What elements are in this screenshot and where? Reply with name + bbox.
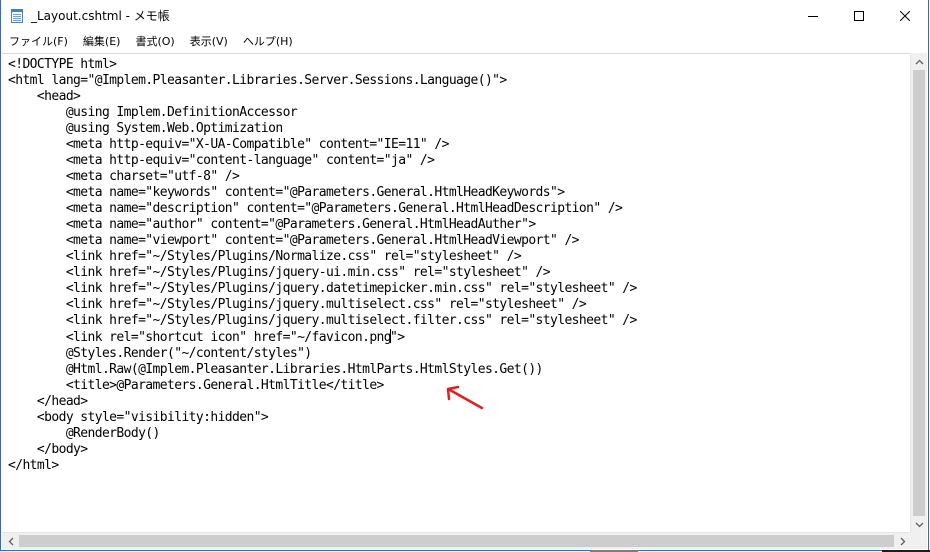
- chevron-up-icon: [915, 59, 924, 64]
- editor-content[interactable]: <!DOCTYPE html> <html lang="@Implem.Plea…: [8, 57, 637, 474]
- code-line-with-caret: <link rel="shortcut icon" href="~/favico…: [8, 329, 405, 345]
- scrollbar-corner: [910, 532, 927, 549]
- menu-view[interactable]: 表示(V): [182, 31, 235, 52]
- scroll-up-button[interactable]: [911, 53, 928, 70]
- code-line: @Html.Raw(@Implem.Pleasanter.Libraries.H…: [8, 362, 544, 377]
- window-controls: [790, 0, 928, 31]
- minimize-button[interactable]: [790, 0, 836, 31]
- code-line: <meta name="description" content="@Param…: [8, 201, 623, 216]
- code-line: @Styles.Render("~/content/styles"): [8, 346, 312, 361]
- code-line: <title>@Parameters.General.HtmlTitle</ti…: [8, 378, 385, 393]
- text-caret: [390, 329, 392, 343]
- code-line: <link href="~/Styles/Plugins/Normalize.c…: [8, 249, 522, 264]
- code-line: <html lang="@Implem.Pleasanter.Libraries…: [8, 73, 507, 88]
- maximize-button[interactable]: [836, 0, 882, 31]
- code-line: <meta name="author" content="@Parameters…: [8, 217, 536, 232]
- code-line: <meta name="viewport" content="@Paramete…: [8, 233, 580, 248]
- code-line: </body>: [8, 442, 88, 457]
- code-line: <meta http-equiv="content-language" cont…: [8, 153, 435, 168]
- code-line: <meta http-equiv="X-UA-Compatible" conte…: [8, 137, 450, 152]
- notepad-window: _Layout.cshtml - メモ帳 ファイル(F) 編集(E) 書式(O)…: [0, 0, 929, 551]
- chevron-left-icon: [8, 537, 13, 546]
- code-line: @RenderBody(): [8, 426, 161, 441]
- text-editor[interactable]: <!DOCTYPE html> <html lang="@Implem.Plea…: [2, 53, 911, 534]
- code-line: <meta name="keywords" content="@Paramete…: [8, 185, 565, 200]
- minimize-icon: [808, 15, 818, 17]
- vertical-scrollbar[interactable]: [910, 53, 927, 533]
- window-title: _Layout.cshtml - メモ帳: [31, 9, 170, 23]
- menu-help[interactable]: ヘルプ(H): [235, 31, 300, 52]
- chevron-right-icon: [900, 537, 905, 546]
- scroll-right-button[interactable]: [894, 533, 911, 550]
- close-icon: [900, 10, 910, 21]
- code-line: <link href="~/Styles/Plugins/jquery.date…: [8, 281, 638, 296]
- menu-bar: ファイル(F) 編集(E) 書式(O) 表示(V) ヘルプ(H): [1, 31, 928, 52]
- menu-file[interactable]: ファイル(F): [1, 31, 75, 52]
- red-arrow-icon: [446, 385, 484, 410]
- code-line: <head>: [8, 89, 81, 104]
- maximize-icon: [854, 10, 864, 21]
- menu-edit[interactable]: 編集(E): [75, 31, 128, 52]
- code-line: <link href="~/Styles/Plugins/jquery.mult…: [8, 297, 587, 312]
- scroll-left-button[interactable]: [2, 533, 19, 550]
- code-line: <link href="~/Styles/Plugins/jquery.mult…: [8, 313, 638, 328]
- menu-format[interactable]: 書式(O): [127, 31, 181, 52]
- code-line: <!DOCTYPE html>: [8, 57, 117, 72]
- close-button[interactable]: [882, 0, 928, 31]
- horizontal-scrollbar[interactable]: [2, 532, 911, 549]
- code-line: @using Implem.DefinitionAccessor: [8, 105, 298, 120]
- notepad-icon[interactable]: [9, 8, 25, 24]
- code-line: <body style="visibility:hidden">: [8, 410, 269, 425]
- code-line: @using System.Web.Optimization: [8, 121, 283, 136]
- code-line: <link href="~/Styles/Plugins/jquery-ui.m…: [8, 265, 551, 280]
- code-line: <meta charset="utf-8" />: [8, 169, 240, 184]
- scroll-down-button[interactable]: [911, 516, 928, 533]
- title-bar[interactable]: _Layout.cshtml - メモ帳: [1, 0, 928, 31]
- code-line: </html>: [8, 458, 59, 473]
- vertical-scroll-thumb[interactable]: [913, 70, 925, 516]
- chevron-down-icon: [915, 522, 924, 527]
- horizontal-scroll-thumb[interactable]: [19, 535, 894, 547]
- code-line: </head>: [8, 394, 88, 409]
